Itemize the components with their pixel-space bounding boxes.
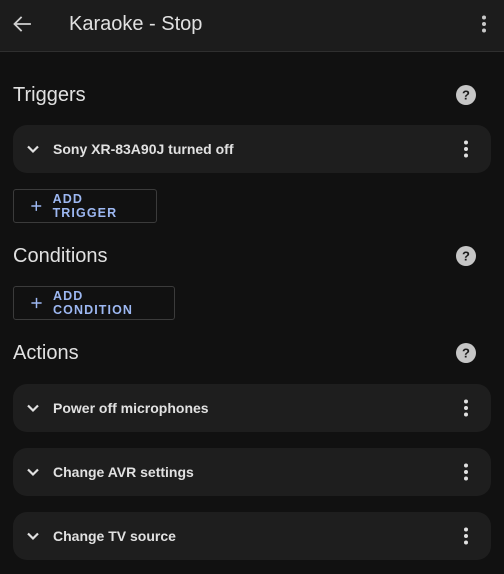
action-label[interactable]: Change TV source <box>53 527 176 545</box>
top-app-bar: Karaoke - Stop <box>0 0 504 52</box>
action-label[interactable]: Power off microphones <box>53 399 209 417</box>
more-vertical-icon <box>464 463 468 481</box>
plus-icon <box>31 297 42 309</box>
action-label[interactable]: Change AVR settings <box>53 463 194 481</box>
triggers-section-title: Triggers <box>13 84 86 106</box>
expand-button[interactable] <box>25 139 41 159</box>
action-menu-button[interactable] <box>456 396 476 420</box>
trigger-card[interactable]: Sony XR-83A90J turned off <box>13 125 491 173</box>
action-menu-button[interactable] <box>456 524 476 548</box>
actions-section-title: Actions <box>13 342 79 364</box>
help-circle-icon[interactable]: ? <box>455 342 477 364</box>
expand-button[interactable] <box>25 398 41 418</box>
add-trigger-label: ADD TRIGGER <box>52 192 118 220</box>
expand-button[interactable] <box>25 462 41 482</box>
expand-button[interactable] <box>25 526 41 546</box>
chevron-down-icon <box>27 145 39 154</box>
svg-text:?: ? <box>462 88 470 103</box>
plus-icon <box>31 201 42 211</box>
arrow-left-icon <box>13 16 31 32</box>
more-vertical-icon <box>464 527 468 545</box>
chevron-down-icon <box>27 468 39 477</box>
help-circle-icon[interactable]: ? <box>455 245 477 267</box>
add-condition-button[interactable]: ADD CONDITION <box>13 286 175 320</box>
more-vertical-icon <box>464 399 468 417</box>
page-title: Karaoke - Stop <box>69 13 203 35</box>
more-vertical-icon <box>482 15 486 33</box>
trigger-label[interactable]: Sony XR-83A90J turned off <box>53 140 233 158</box>
conditions-section-title: Conditions <box>13 245 108 267</box>
svg-text:?: ? <box>462 249 470 264</box>
action-card[interactable]: Power off microphones <box>13 384 491 432</box>
chevron-down-icon <box>27 404 39 413</box>
action-card[interactable]: Change TV source <box>13 512 491 560</box>
trigger-menu-button[interactable] <box>456 137 476 161</box>
back-button[interactable] <box>8 8 36 40</box>
add-condition-label: ADD CONDITION <box>53 289 134 317</box>
add-trigger-button[interactable]: ADD TRIGGER <box>13 189 157 223</box>
more-vertical-icon <box>464 140 468 158</box>
action-card[interactable]: Change AVR settings <box>13 448 491 496</box>
chevron-down-icon <box>27 532 39 541</box>
help-circle-icon[interactable]: ? <box>455 84 477 106</box>
action-menu-button[interactable] <box>456 460 476 484</box>
svg-text:?: ? <box>462 346 470 361</box>
overflow-menu-button[interactable] <box>472 10 496 38</box>
